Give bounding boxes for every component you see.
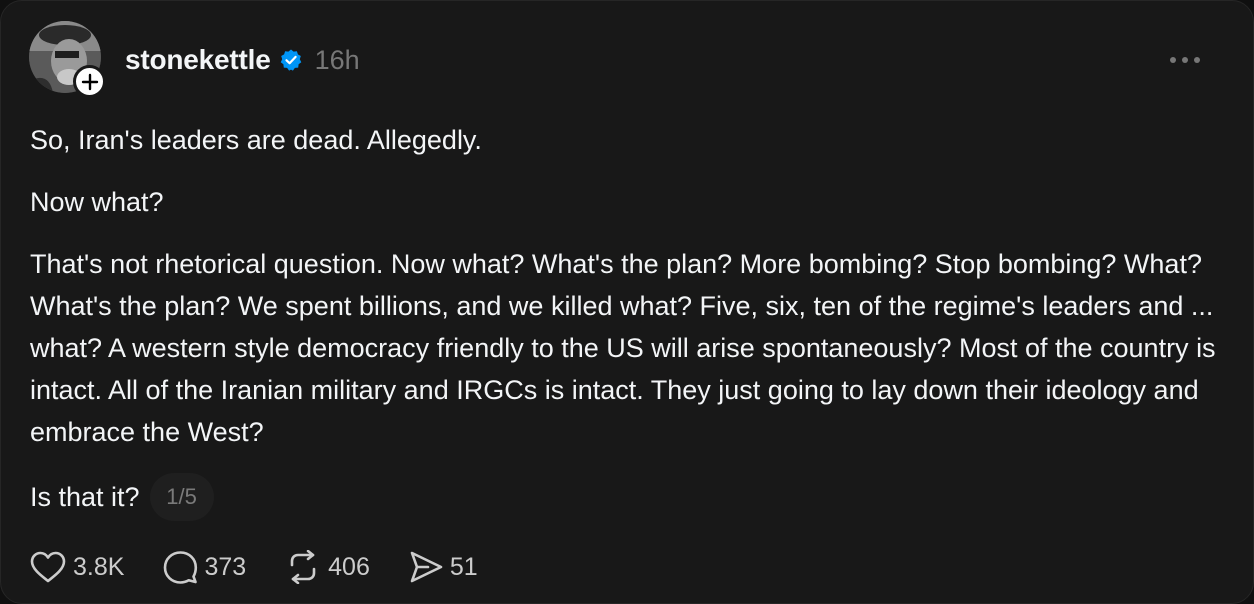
post-timestamp[interactable]: 16h [315,45,360,76]
plus-icon [81,73,98,90]
more-options-button[interactable] [1165,48,1205,72]
share-count: 51 [449,552,478,581]
reply-button[interactable]: 373 [162,550,246,584]
verified-check-icon [279,48,303,72]
reply-count: 373 [204,552,247,581]
post-header: stonekettle 16h [125,42,360,78]
heart-icon [30,551,66,583]
comment-icon [164,551,198,584]
send-icon [410,551,443,583]
author-avatar-container [29,21,106,98]
post-paragraph: So, Iran's leaders are dead. Allegedly. [30,125,482,155]
author-username[interactable]: stonekettle [125,44,271,76]
repost-button[interactable]: 406 [284,550,370,584]
repost-count: 406 [328,552,370,581]
follow-button[interactable] [73,65,106,98]
post-paragraph: Now what? [30,187,164,217]
post-paragraph: That's not rhetorical question. Now what… [30,249,1216,447]
thread-post: stonekettle 16h So, Iran's leaders are d… [0,0,1254,604]
like-button[interactable]: 3.8K [29,550,124,584]
post-last-line: Is that it? 1/5 [30,473,1230,521]
post-body: So, Iran's leaders are dead. Allegedly. … [30,119,1230,521]
share-button[interactable]: 51 [408,550,478,584]
action-bar: 3.8K 373 406 51 [29,549,516,585]
post-paragraph: Is that it? [30,482,140,512]
more-horizontal-icon [1170,57,1200,63]
thread-counter: 1/5 [149,473,214,521]
repost-icon [290,550,316,584]
like-count: 3.8K [73,552,125,581]
